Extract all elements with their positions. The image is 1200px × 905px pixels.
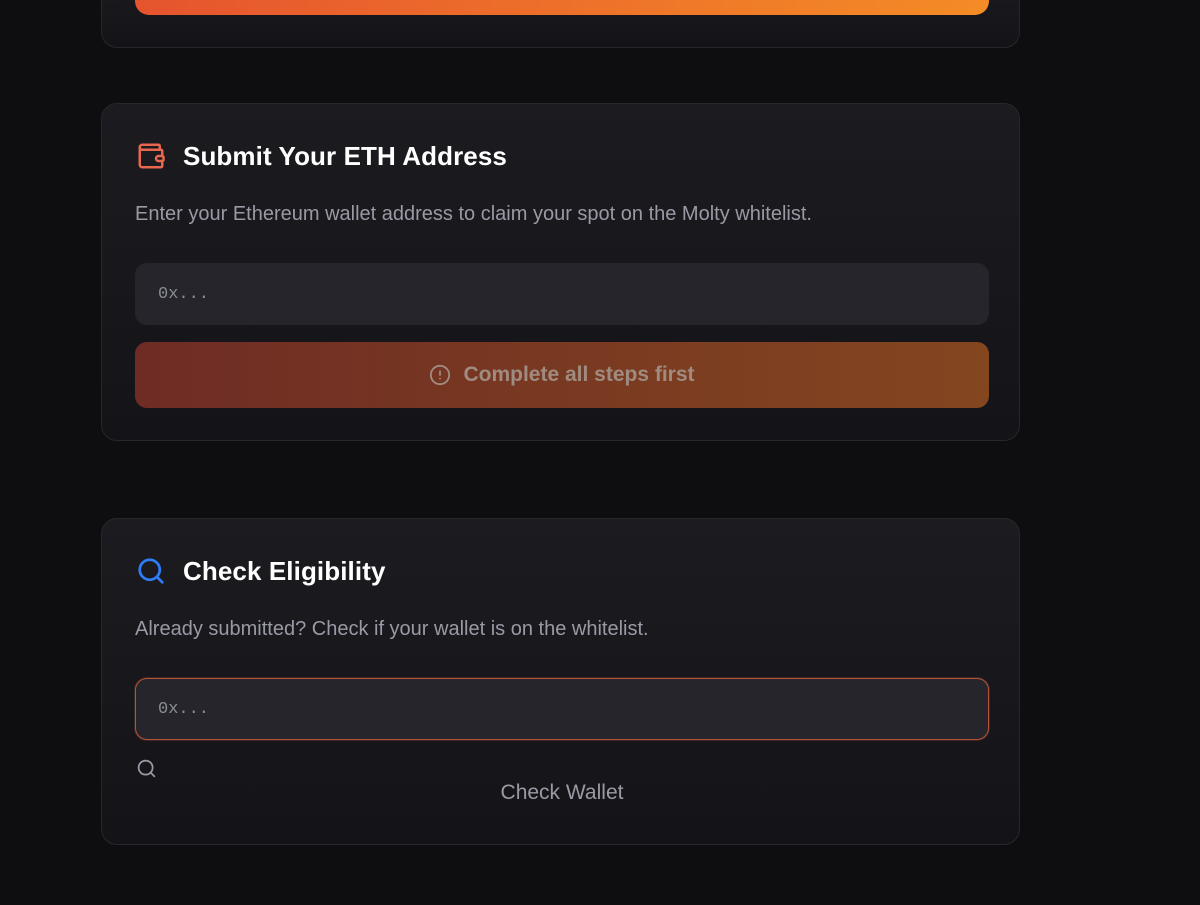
previous-action-button[interactable] <box>135 0 989 15</box>
submit-card-title: Submit Your ETH Address <box>183 140 507 171</box>
check-wallet-input[interactable] <box>135 678 989 740</box>
wallet-icon <box>135 140 167 172</box>
submit-card-header: Submit Your ETH Address <box>135 140 507 172</box>
eth-address-input[interactable] <box>135 263 989 325</box>
check-eligibility-card: Check Eligibility Already submitted? Che… <box>101 518 1020 845</box>
check-card-title: Check Eligibility <box>183 555 386 586</box>
previous-card <box>101 0 1020 48</box>
search-icon <box>135 757 157 779</box>
check-wallet-button[interactable]: Check Wallet <box>135 781 989 805</box>
alert-circle-icon <box>429 364 451 386</box>
submit-card-description: Enter your Ethereum wallet address to cl… <box>135 203 812 225</box>
check-card-description: Already submitted? Check if your wallet … <box>135 618 649 640</box>
submit-button-label: Complete all steps first <box>463 363 695 386</box>
submit-address-card: Submit Your ETH Address Enter your Ether… <box>101 103 1020 441</box>
search-icon <box>135 555 167 587</box>
submit-address-button[interactable]: Complete all steps first <box>135 342 989 408</box>
page: Submit Your ETH Address Enter your Ether… <box>0 0 1200 905</box>
check-card-header: Check Eligibility <box>135 555 386 587</box>
